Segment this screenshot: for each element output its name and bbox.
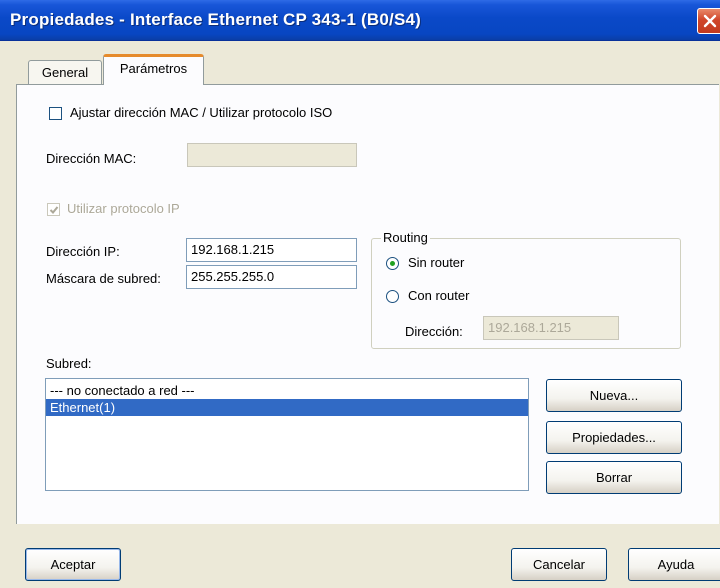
subnet-properties-button[interactable]: Propiedades... [546, 421, 682, 454]
use-ip-checkbox [47, 203, 60, 216]
router-address-label: Dirección: [405, 324, 463, 339]
tab-parametros[interactable]: Parámetros [103, 54, 204, 85]
routing-group-label: Routing [381, 230, 430, 245]
cancel-button-label: Cancelar [532, 557, 586, 572]
tab-parametros-label: Parámetros [119, 61, 188, 76]
help-button[interactable]: Ayuda [628, 548, 720, 581]
no-router-radio[interactable] [386, 257, 399, 270]
mac-address-field[interactable] [187, 143, 357, 167]
tab-general[interactable]: General [28, 60, 102, 86]
new-subnet-button[interactable]: Nueva... [546, 379, 682, 412]
checkmark-icon [49, 206, 59, 214]
use-ip-label: Utilizar protocolo IP [67, 201, 180, 216]
subnet-mask-label: Máscara de subred: [46, 271, 161, 286]
mac-iso-checkbox[interactable] [49, 107, 62, 120]
mac-address-label: Dirección MAC: [46, 151, 137, 166]
with-router-label: Con router [408, 288, 470, 303]
with-router-radio[interactable] [386, 290, 399, 303]
subnet-properties-button-label: Propiedades... [572, 430, 656, 445]
router-address-field[interactable]: 192.168.1.215 [483, 316, 619, 340]
list-item[interactable]: Ethernet(1) [46, 399, 528, 416]
subnet-list[interactable]: --- no conectado a red --- Ethernet(1) [45, 378, 529, 491]
tab-general-label: General [41, 65, 89, 80]
delete-subnet-button[interactable]: Borrar [546, 461, 682, 494]
no-router-label: Sin router [408, 255, 465, 270]
delete-subnet-button-label: Borrar [595, 470, 633, 485]
close-button[interactable] [697, 8, 720, 34]
ip-address-label: Dirección IP: [46, 244, 120, 259]
window-title: Propiedades - Interface Ethernet CP 343-… [10, 10, 422, 29]
ip-address-field[interactable]: 192.168.1.215 [186, 238, 357, 262]
ok-button[interactable]: Aceptar [25, 548, 121, 581]
mac-iso-checkbox-label: Ajustar dirección MAC / Utilizar protoco… [70, 105, 333, 120]
close-icon [703, 14, 717, 28]
subnet-mask-field[interactable]: 255.255.255.0 [186, 265, 357, 289]
list-item-label: --- no conectado a red --- [50, 383, 195, 398]
cancel-button[interactable]: Cancelar [511, 548, 607, 581]
ok-button-label: Aceptar [50, 557, 96, 572]
new-subnet-button-label: Nueva... [589, 388, 639, 403]
list-item-label: Ethernet(1) [50, 400, 116, 415]
help-button-label: Ayuda [657, 557, 695, 572]
list-item[interactable]: --- no conectado a red --- [46, 382, 528, 399]
subnet-label: Subred: [46, 356, 92, 371]
